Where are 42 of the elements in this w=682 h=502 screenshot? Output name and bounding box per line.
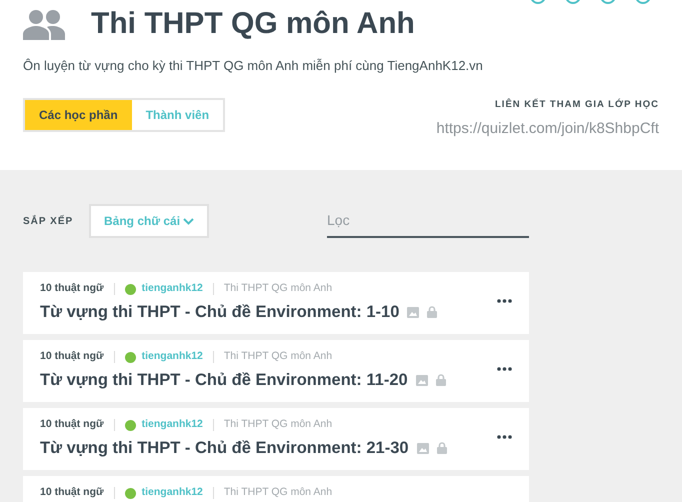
sort-label: SẮP XẾP	[23, 214, 74, 228]
study-set-card[interactable]: 10 thuật ngữ tienganhk12 Thi THPT QG môn Anh	[23, 476, 529, 502]
avatar-icon	[124, 352, 136, 362]
lock-icon	[436, 442, 447, 454]
class-name: Thi THPT QG môn Anh	[224, 485, 332, 500]
tab[interactable]: Các học phần	[25, 100, 132, 130]
term-count: 10 thuật ngữ	[40, 485, 104, 500]
join-link-label: LIÊN KẾT THAM GIA LỚP HỌC	[495, 98, 659, 112]
image-icon	[416, 374, 428, 386]
class-name: Thi THPT QG môn Anh	[224, 281, 332, 296]
author-link[interactable]: tienganhk12	[142, 417, 203, 433]
term-count: 10 thuật ngữ	[40, 417, 104, 432]
study-set-card[interactable]: 10 thuật ngữ tienganhk12 Thi THPT QG môn Anh Từ vựng thi THPT - Chủ đề Environment: 21-30	[23, 408, 529, 470]
class-name: Thi THPT QG môn Anh	[224, 349, 332, 364]
set-title: Từ vựng thi THPT - Chủ đề Environment: 1-10	[40, 302, 400, 323]
class-name: Thi THPT QG môn Anh	[224, 417, 332, 432]
filter-field[interactable]: Lọc	[327, 204, 529, 238]
term-count: 10 thuật ngữ	[40, 349, 104, 364]
more-options-icon[interactable]	[497, 299, 512, 303]
sort-dropdown[interactable]: Bảng chữ cái	[89, 204, 209, 238]
class-title: Thi THPT QG môn Anh	[91, 6, 415, 42]
people-icon	[23, 8, 65, 40]
lock-icon	[427, 306, 438, 318]
avatar-icon	[124, 284, 136, 294]
author-link[interactable]: tienganhk12	[142, 485, 203, 501]
author-link[interactable]: tienganhk12	[142, 349, 203, 365]
lock-icon	[436, 374, 446, 386]
more-options-icon[interactable]	[497, 367, 512, 371]
study-set-card[interactable]: 10 thuật ngữ tienganhk12 Thi THPT QG môn Anh Từ vựng thi THPT - Chủ đề Environment: 11-20	[23, 340, 529, 402]
avatar-icon	[124, 420, 136, 430]
class-description: Ôn luyện từ vựng cho kỳ thi THPT QG môn Anh miễn phí cùng TiengAnhK12.vn	[23, 57, 484, 75]
chevron-down-icon	[183, 218, 194, 224]
study-set-card[interactable]: 10 thuật ngữ tienganhk12 Thi THPT QG môn Anh Từ vựng thi THPT - Chủ đề Environment: 1-10	[23, 272, 529, 334]
image-icon	[416, 442, 429, 454]
term-count: 10 thuật ngữ	[40, 281, 104, 296]
avatar-icon	[124, 488, 136, 498]
author-link[interactable]: tienganhk12	[142, 281, 203, 297]
set-title: Từ vựng thi THPT - Chủ đề Environment: 21-30	[40, 438, 409, 459]
image-icon	[407, 306, 420, 318]
more-options-icon[interactable]	[497, 435, 512, 439]
join-link[interactable]: https://quizlet.com/join/k8ShbpCft	[436, 118, 659, 140]
set-title: Từ vựng thi THPT - Chủ đề Environment: 11-20	[40, 370, 408, 391]
